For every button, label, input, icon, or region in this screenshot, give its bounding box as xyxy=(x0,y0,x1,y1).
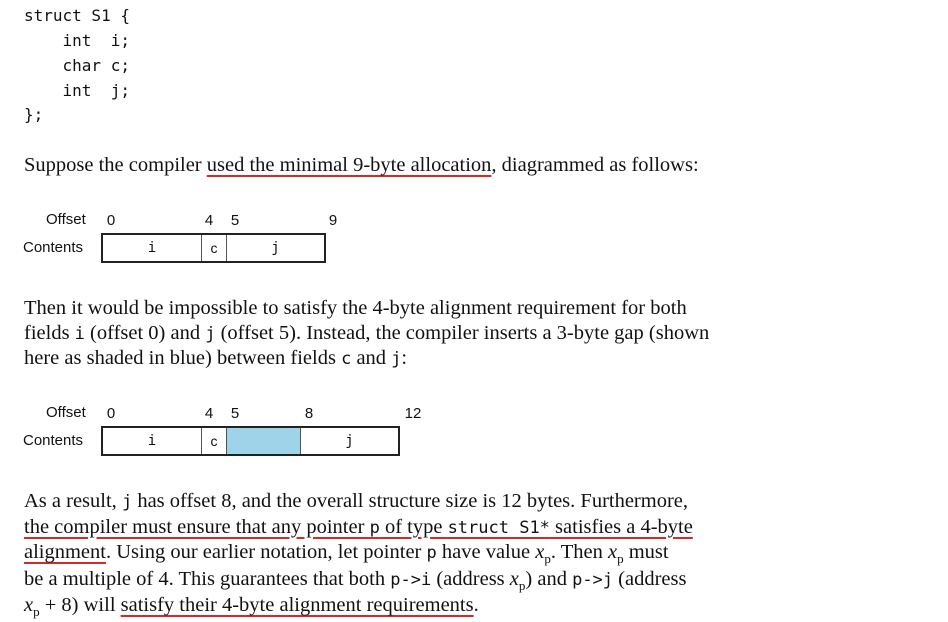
p3-text: has offset 8, and the overall structure … xyxy=(132,490,689,512)
p3-text: the compiler must ensure that any pointe… xyxy=(24,515,370,538)
p2-line-1: Then it would be impossible to satisfy t… xyxy=(24,297,687,319)
p3-text: (address xyxy=(613,567,687,590)
offset-tick: 5 xyxy=(230,405,240,422)
math-x: x xyxy=(607,541,618,563)
field-j-cell: j xyxy=(226,235,324,261)
code-line-4: int j; xyxy=(24,81,130,100)
p3-line-2: the compiler must ensure that any pointe… xyxy=(24,515,764,541)
offset-tick: 4 xyxy=(204,212,214,229)
contents-label: Contents xyxy=(23,239,84,256)
offset-tick: 5 xyxy=(230,212,240,229)
p3-line-1: As a result, j has offset 8, and the ove… xyxy=(24,489,764,515)
code-line-3: char c; xyxy=(24,56,130,75)
p3-line-4: be a multiple of 4. This guarantees that… xyxy=(24,567,764,594)
p2-line-2: fields i (offset 0) and j (offset 5). In… xyxy=(24,321,764,347)
code-line-5: }; xyxy=(24,105,44,124)
offset-tick: 4 xyxy=(204,405,214,422)
code-i: i xyxy=(74,323,85,344)
paragraph-3: As a result, j has offset 8, and the ove… xyxy=(24,489,764,620)
p3-line-3: alignment. Using our earlier notation, l… xyxy=(24,540,764,567)
code-p-j: p->j xyxy=(572,569,614,590)
p3-text: ) and xyxy=(525,567,573,590)
field-i-cell: i xyxy=(147,240,157,256)
paragraph-2: Then it would be impossible to satisfy t… xyxy=(24,296,764,372)
offset-tick: 12 xyxy=(404,405,422,422)
p3-text: (address xyxy=(431,567,510,590)
offset-tick: 0 xyxy=(106,212,116,229)
math-x: x xyxy=(24,594,34,616)
code-c: c xyxy=(341,349,352,369)
p3-underlined: alignment xyxy=(24,541,106,563)
code-p-i: p->i xyxy=(390,569,432,590)
field-i-cell: i xyxy=(147,433,157,449)
field-j-cell: j xyxy=(300,428,398,454)
offset-label: Offset xyxy=(46,211,86,228)
paragraph-1: Suppose the compiler used the minimal 9-… xyxy=(24,153,764,178)
offset-tick: 8 xyxy=(304,405,314,422)
p3-text: must xyxy=(623,541,669,563)
p1-text-a: Suppose the compiler xyxy=(24,154,207,176)
p3-text: satisfies a 4-byte xyxy=(549,515,693,538)
p2-text: (offset 0) and xyxy=(84,321,206,344)
field-c-cell: c xyxy=(201,428,226,454)
math-sub-p: p xyxy=(617,551,624,566)
contents-label: Contents xyxy=(23,432,84,449)
math-sub-p: p xyxy=(544,551,551,566)
code-j: j xyxy=(205,323,216,344)
code-p: p xyxy=(369,517,380,538)
p3-text: be a multiple of 4. This guarantees that… xyxy=(24,567,391,590)
math-x: x xyxy=(509,567,519,590)
math-sub-p: p xyxy=(518,577,526,593)
p2-line-3: here as shaded in blue) between fields c… xyxy=(24,346,764,372)
p2-text: fields xyxy=(24,321,75,344)
struct-layout-box: i c j xyxy=(101,233,326,263)
p2-text: : xyxy=(401,347,408,369)
p3-underlined: the compiler must ensure that any pointe… xyxy=(24,516,693,538)
p3-text: have value xyxy=(436,541,536,563)
code-line-1: struct S1 { xyxy=(24,6,130,25)
code-j: j xyxy=(121,492,133,512)
p2-text: and xyxy=(351,347,392,369)
p3-text: . Using our earlier notation, let pointe… xyxy=(105,541,427,563)
offset-tick: 0 xyxy=(106,405,116,422)
p1-text-b: , diagrammed as follows: xyxy=(491,154,699,176)
field-c-cell: c xyxy=(201,235,226,261)
p3-text: + 8) will xyxy=(39,594,121,616)
math-sub-p: p xyxy=(33,604,40,619)
struct-layout-box: i c j xyxy=(101,426,400,456)
p1-underlined: used the minimal 9-byte allocation xyxy=(206,154,492,176)
p3-text: of type xyxy=(379,515,448,538)
math-x: x xyxy=(535,541,545,563)
offset-label: Offset xyxy=(46,404,86,421)
offset-tick: 9 xyxy=(328,212,338,229)
code-struct-type: struct S1* xyxy=(447,517,550,538)
p2-text: here as shaded in blue) between fields xyxy=(24,347,342,369)
p3-line-5: xp + 8) will satisfy their 4-byte alignm… xyxy=(24,593,764,620)
code-line-2: int i; xyxy=(24,31,130,50)
padding-gap-cell xyxy=(226,428,300,454)
p2-text: (offset 5). Instead, the compiler insert… xyxy=(215,321,710,344)
p3-underlined: satisfy their 4-byte alignment requireme… xyxy=(120,594,474,616)
p3-text: . Then xyxy=(550,541,608,563)
p3-text: . xyxy=(473,594,479,616)
code-p: p xyxy=(426,543,437,563)
p3-text: As a result, xyxy=(24,490,122,512)
code-j: j xyxy=(391,349,402,369)
